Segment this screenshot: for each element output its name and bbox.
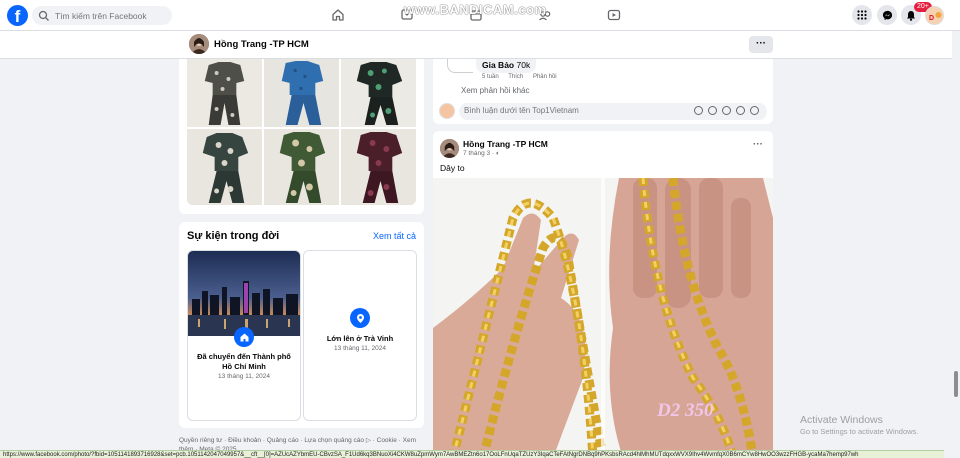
search-input[interactable] [55, 10, 165, 21]
profile-sticky-header: Hồng Trang -TP HCM ··· [0, 31, 960, 59]
see-all-link[interactable]: Xem tất cả [373, 231, 416, 241]
messenger-button[interactable] [877, 5, 897, 25]
profile-avatar[interactable] [189, 34, 209, 54]
home-icon [234, 327, 254, 347]
menu-button[interactable] [852, 5, 872, 25]
photos-card [179, 59, 424, 214]
life-event-item[interactable]: Lớn lên ở Trà Vinh 13 tháng 11, 2024 [303, 250, 417, 421]
search-icon [38, 10, 49, 21]
post-author-name[interactable]: Hồng Trang -TP HCM [463, 139, 548, 149]
camera-icon[interactable] [722, 106, 731, 115]
activate-windows-subtitle: Go to Settings to activate Windows. [800, 427, 919, 436]
reply-actions: 5 tuần Thích Phản hồi [482, 74, 565, 80]
post-options-button[interactable]: ··· [753, 139, 763, 150]
comment-box[interactable] [459, 103, 767, 120]
life-event-date: 13 tháng 11, 2024 [334, 345, 386, 352]
account-avatar[interactable]: D [925, 6, 944, 25]
post-text: Dây to [440, 163, 465, 173]
life-event-item[interactable]: Đã chuyển đến Thành phố Hồ Chí Minh 13 t… [187, 250, 301, 421]
profile-photo-icon [189, 34, 209, 54]
recording-watermark: www.BANDICAM.com [404, 2, 547, 17]
post-time-text: 7 tháng 3 · [463, 150, 496, 157]
sticker-icon[interactable] [694, 106, 703, 115]
bell-icon [907, 10, 915, 21]
more-dots-icon: ··· [753, 139, 763, 150]
comments-section: Gia Bảo 70k 5 tuần Thích Phản hồi Xem ph… [433, 59, 773, 124]
life-event-label: Lớn lên ở Trà Vinh [326, 334, 394, 343]
reply-author[interactable]: Gia Bảo [482, 60, 514, 70]
profile-name[interactable]: Hồng Trang -TP HCM [214, 39, 309, 50]
link-status-bar: https://www.facebook.com/photo/?fbid=105… [0, 450, 944, 458]
like-action[interactable]: Thích [508, 74, 523, 80]
top-navigation-bar: f www.BANDICAM.com 20+ D [0, 0, 960, 31]
profile-more-button[interactable]: ··· [749, 36, 773, 53]
emoji-icon[interactable] [708, 106, 717, 115]
reply-text: 70k [516, 60, 531, 70]
comment-tools [694, 106, 759, 115]
photo-thumbnail[interactable] [341, 129, 416, 205]
post-timestamp[interactable]: 7 tháng 3 · ◐ [463, 150, 500, 157]
avatar-image-icon: D [926, 7, 943, 24]
reply-thread-line [447, 59, 473, 73]
page-scrollbar[interactable] [952, 31, 960, 450]
life-events-title: Sự kiện trong đời [187, 230, 280, 242]
photo-thumbnail[interactable] [187, 59, 262, 127]
activate-windows-title: Activate Windows [800, 414, 883, 426]
more-replies-link[interactable]: Xem phản hồi khác [461, 86, 530, 95]
video-nav-icon[interactable] [607, 8, 621, 22]
messenger-icon [882, 10, 892, 20]
reply-action[interactable]: Phản hồi [533, 74, 557, 80]
life-events-card: Sự kiện trong đời Xem tất cả Đã chuyển đ… [179, 222, 424, 428]
activate-windows-notice: Activate Windows Go to Settings to activ… [800, 414, 918, 436]
post-photo[interactable] [433, 178, 773, 458]
image-watermark-text: D2 350 [657, 400, 714, 421]
photo-thumbnail[interactable] [264, 59, 339, 127]
more-dots-icon: ··· [756, 38, 766, 49]
post-author-avatar[interactable] [440, 139, 459, 158]
location-pin-icon [350, 308, 370, 328]
comment-input[interactable] [464, 106, 684, 115]
search-box[interactable] [32, 6, 172, 25]
scrollbar-thumb[interactable] [954, 371, 958, 397]
globe-icon: ◐ [495, 150, 500, 157]
profile-photo-icon [440, 139, 459, 158]
post-card: Hồng Trang -TP HCM 7 tháng 3 · ◐ ··· Dây… [433, 131, 773, 458]
facebook-logo-icon[interactable]: f [7, 5, 28, 26]
reply-time[interactable]: 5 tuần [482, 74, 499, 80]
commenter-avatar [439, 103, 455, 119]
avatar-sticker-icon[interactable] [750, 106, 759, 115]
photo-grid [187, 59, 416, 205]
life-event-date: 13 tháng 11, 2024 [218, 373, 270, 380]
svg-text:D: D [929, 15, 934, 22]
home-nav-icon[interactable] [331, 8, 345, 22]
photo-thumbnail[interactable] [187, 129, 262, 205]
grid-menu-icon [857, 10, 867, 20]
photo-thumbnail[interactable] [264, 129, 339, 205]
reply-bubble: Gia Bảo 70k [476, 59, 537, 73]
life-event-label: Đã chuyển đến Thành phố Hồ Chí Minh [197, 352, 291, 371]
city-skyline-photo [188, 251, 300, 336]
photo-thumbnail[interactable] [341, 59, 416, 127]
gif-icon[interactable] [736, 106, 745, 115]
